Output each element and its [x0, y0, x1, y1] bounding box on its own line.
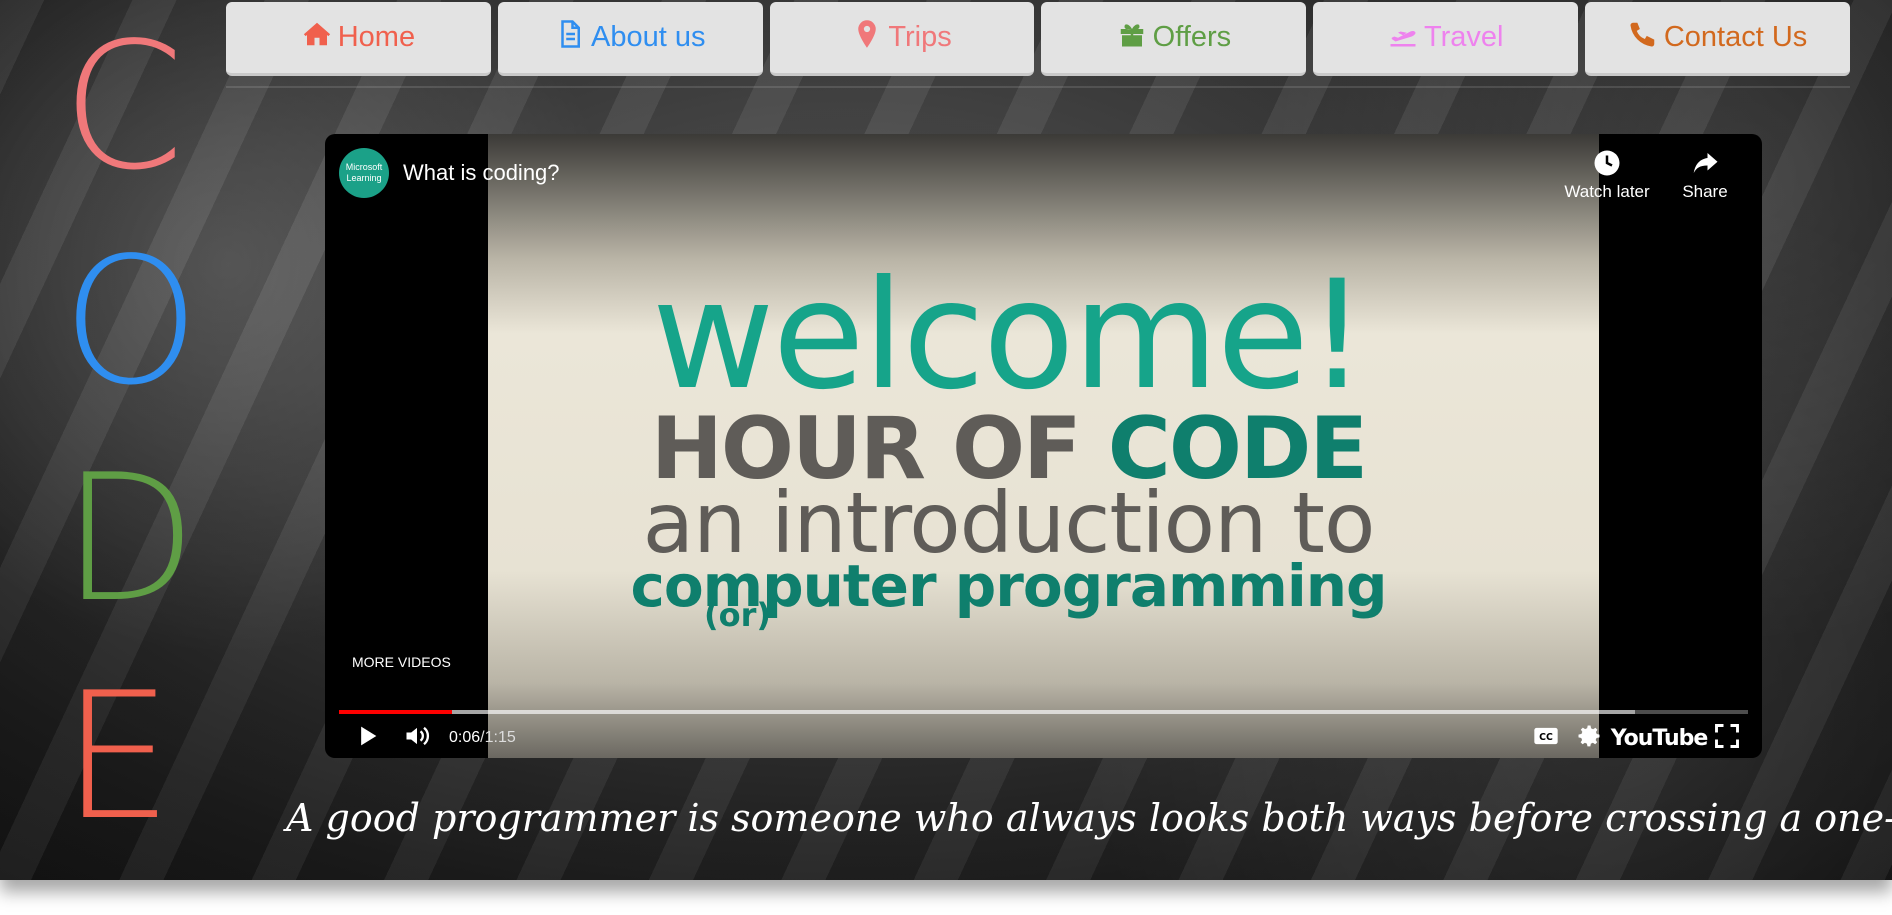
code-vertical-title: C O D E — [62, 20, 232, 850]
code-letter-c: C — [62, 6, 185, 209]
video-controls: 0:06 / 1:15 CC YouTube — [339, 718, 1748, 758]
nav-home-button[interactable]: Home — [226, 2, 491, 76]
nav-travel-label: Travel — [1423, 21, 1504, 53]
captions-button[interactable]: CC — [1526, 718, 1566, 758]
captions-icon: CC — [1532, 722, 1560, 755]
video-player[interactable]: welcome! HOUR OF CODE an introduction to… — [325, 134, 1762, 758]
share-button[interactable]: Share — [1657, 148, 1753, 202]
video-played-bar — [339, 710, 452, 714]
volume-icon — [403, 722, 431, 755]
gear-icon — [1575, 722, 1603, 755]
play-button[interactable] — [347, 718, 387, 758]
programming-quote: A good programmer is someone who always … — [286, 796, 1892, 840]
clock-icon — [1559, 148, 1655, 178]
video-text-or: (or) — [704, 596, 772, 634]
hero-section: C O D E Home About us Trips Offers Trave… — [0, 0, 1892, 880]
youtube-logo-button[interactable]: YouTube — [1611, 718, 1709, 758]
map-pin-icon — [852, 19, 882, 57]
nav-home-label: Home — [337, 21, 416, 53]
nav-contact-label: Contact Us — [1663, 21, 1808, 53]
watch-later-button[interactable]: Watch later — [1559, 148, 1655, 202]
play-icon — [353, 722, 381, 755]
share-icon — [1657, 148, 1753, 178]
nav-trips-label: Trips — [888, 21, 952, 53]
nav-about-label: About us — [591, 21, 706, 53]
code-letter-e: E — [62, 656, 173, 859]
fullscreen-button[interactable] — [1707, 718, 1747, 758]
nav-divider — [226, 86, 1850, 88]
settings-button[interactable] — [1569, 718, 1609, 758]
plane-departure-icon — [1388, 19, 1418, 57]
share-label: Share — [1682, 182, 1728, 201]
top-navigation: Home About us Trips Offers Travel Contac… — [226, 2, 1850, 76]
more-videos-button[interactable]: MORE VIDEOS — [352, 654, 451, 670]
video-current-time: 0:06 — [449, 729, 481, 746]
channel-avatar[interactable]: Microsoft Learning — [339, 148, 389, 198]
phone-icon — [1628, 19, 1658, 57]
video-text-computer-programming: computer programming — [630, 552, 1387, 620]
gift-icon — [1117, 19, 1147, 57]
video-text-welcome: welcome! — [651, 249, 1367, 423]
video-buffer-bar — [339, 710, 1636, 714]
code-letter-o: O — [62, 221, 200, 424]
fullscreen-icon — [1713, 722, 1741, 755]
video-frame[interactable]: welcome! HOUR OF CODE an introduction to… — [488, 134, 1599, 758]
nav-offers-label: Offers — [1152, 21, 1232, 53]
watch-later-label: Watch later — [1564, 182, 1650, 201]
video-title[interactable]: What is coding? — [403, 160, 560, 186]
nav-travel-button[interactable]: Travel — [1313, 2, 1579, 76]
code-letter-d: D — [62, 438, 197, 641]
svg-text:CC: CC — [1539, 732, 1553, 743]
video-time-display: 0:06 / 1:15 — [449, 718, 516, 758]
home-icon — [302, 19, 332, 57]
nav-trips-button[interactable]: Trips — [769, 2, 1035, 76]
video-progress-bar[interactable] — [339, 710, 1748, 714]
document-icon — [555, 19, 585, 57]
volume-button[interactable] — [397, 718, 437, 758]
video-duration: 1:15 — [484, 729, 516, 746]
nav-about-button[interactable]: About us — [497, 2, 763, 76]
nav-offers-button[interactable]: Offers — [1041, 2, 1307, 76]
nav-contact-button[interactable]: Contact Us — [1585, 2, 1850, 76]
